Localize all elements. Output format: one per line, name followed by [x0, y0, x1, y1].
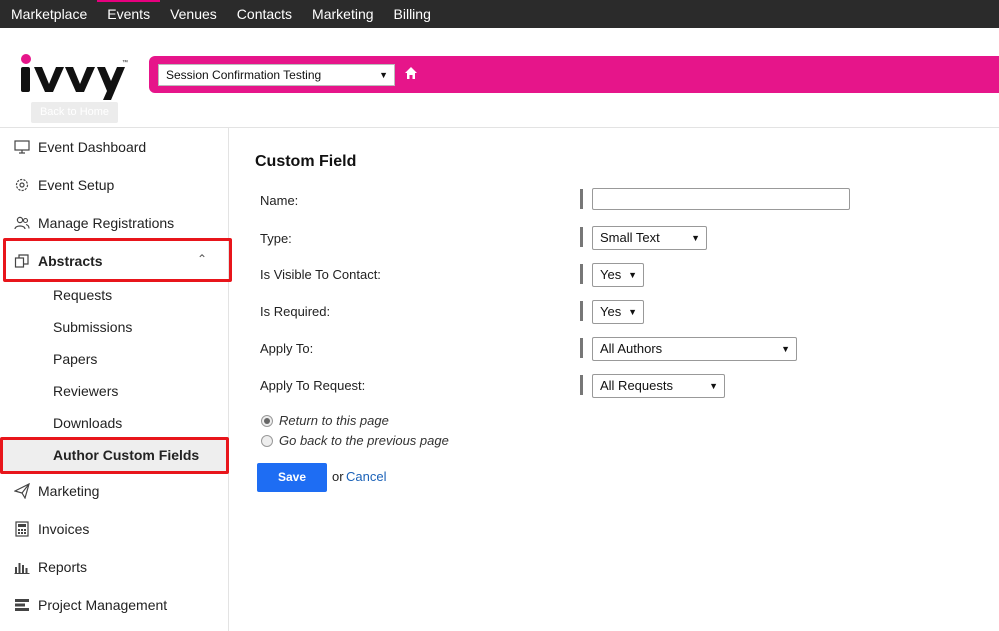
calculator-icon: [15, 521, 29, 537]
sidebar-item-event-dashboard[interactable]: Event Dashboard: [0, 128, 229, 166]
topnav-billing[interactable]: Billing: [384, 0, 441, 28]
apply-request-select-value: All Requests: [600, 378, 673, 393]
sidebar-item-label: Reports: [38, 559, 88, 575]
sidebar-item-invoices[interactable]: Invoices: [0, 510, 229, 548]
event-select[interactable]: Session Confirmation Testing ▼: [158, 64, 395, 86]
sidebar-subitem-submissions[interactable]: Submissions: [53, 317, 132, 337]
send-icon: [14, 483, 30, 499]
radio-return-option[interactable]: Return to this page: [261, 413, 389, 428]
sidebar-item-label: Event Setup: [38, 177, 115, 193]
or-text: or: [332, 469, 344, 484]
sidebar-item-label: Manage Registrations: [38, 215, 175, 231]
abstracts-highlight-box: [3, 238, 232, 282]
topnav-contacts[interactable]: Contacts: [227, 0, 302, 28]
field-marker: [580, 264, 583, 284]
back-to-home-button[interactable]: Back to Home: [31, 102, 118, 123]
sidebar-item-manage-registrations[interactable]: Manage Registrations: [0, 204, 229, 242]
apply-request-select[interactable]: All Requests ▼: [592, 374, 725, 398]
required-label: Is Required:: [260, 304, 331, 319]
dropdown-arrow-icon: ▼: [379, 70, 388, 80]
dropdown-arrow-icon: ▼: [628, 270, 637, 280]
svg-text:™: ™: [122, 59, 128, 66]
page-title: Custom Field: [255, 153, 357, 170]
field-marker: [580, 301, 583, 321]
apply-to-select-value: All Authors: [600, 341, 663, 356]
radio-button[interactable]: [261, 434, 273, 447]
name-label: Name:: [260, 193, 299, 208]
field-marker: [580, 227, 583, 247]
event-select-value: Session Confirmation Testing: [166, 68, 322, 82]
visible-select-value: Yes: [600, 267, 622, 282]
sidebar-item-label: Invoices: [38, 521, 90, 537]
author-custom-fields-highlight-box: [0, 437, 229, 474]
topnav-marketing[interactable]: Marketing: [302, 0, 383, 28]
type-select[interactable]: Small Text ▼: [592, 226, 707, 250]
required-select-value: Yes: [600, 304, 622, 319]
sidebar-subitem-reviewers[interactable]: Reviewers: [53, 381, 118, 401]
bar-chart-icon: [14, 563, 30, 574]
header: ™ Back to Home Session Confirmation Test…: [0, 28, 999, 128]
topnav-events[interactable]: Events: [97, 0, 160, 28]
visible-label: Is Visible To Contact:: [260, 267, 381, 282]
tasks-icon: [15, 599, 29, 611]
sidebar-item-project-management[interactable]: Project Management: [0, 586, 229, 624]
top-nav: Marketplace Events Venues Contacts Marke…: [0, 0, 999, 28]
cancel-link[interactable]: Cancel: [346, 469, 386, 484]
apply-to-label: Apply To:: [260, 341, 314, 356]
sidebar-subitem-requests[interactable]: Requests: [53, 285, 112, 305]
radio-button-checked[interactable]: [261, 414, 273, 427]
sidebar-subitem-downloads[interactable]: Downloads: [53, 413, 122, 433]
required-select[interactable]: Yes ▼: [592, 300, 644, 324]
monitor-icon: [14, 140, 30, 154]
topnav-venues[interactable]: Venues: [160, 0, 227, 28]
home-icon[interactable]: [404, 66, 418, 80]
sidebar-item-label: Project Management: [38, 597, 168, 613]
dropdown-arrow-icon: ▼: [628, 307, 637, 317]
sidebar: Event Dashboard Event Setup Manage Regis…: [0, 128, 232, 631]
users-icon: [14, 216, 30, 230]
sidebar-item-marketing[interactable]: Marketing: [0, 472, 229, 510]
topnav-marketplace[interactable]: Marketplace: [0, 0, 97, 28]
gear-icon: [15, 178, 29, 192]
sidebar-subitem-papers[interactable]: Papers: [53, 349, 97, 369]
radio-back-label: Go back to the previous page: [279, 433, 449, 448]
type-label: Type:: [260, 231, 292, 246]
radio-return-label: Return to this page: [279, 413, 389, 428]
name-input[interactable]: [592, 188, 850, 210]
sidebar-item-reports[interactable]: Reports: [0, 548, 229, 586]
field-marker: [580, 338, 583, 358]
sidebar-item-label: Marketing: [38, 483, 100, 499]
ivvy-logo[interactable]: ™: [18, 50, 128, 100]
sidebar-item-event-setup[interactable]: Event Setup: [0, 166, 229, 204]
visible-select[interactable]: Yes ▼: [592, 263, 644, 287]
sidebar-item-label: Event Dashboard: [38, 139, 147, 155]
dropdown-arrow-icon: ▼: [691, 233, 700, 243]
dropdown-arrow-icon: ▼: [709, 381, 718, 391]
apply-request-label: Apply To Request:: [260, 378, 366, 393]
save-button[interactable]: Save: [257, 463, 327, 492]
dropdown-arrow-icon: ▼: [781, 344, 790, 354]
type-select-value: Small Text: [600, 230, 660, 245]
apply-to-select[interactable]: All Authors ▼: [592, 337, 797, 361]
field-marker: [580, 375, 583, 395]
field-marker: [580, 189, 583, 209]
radio-back-option[interactable]: Go back to the previous page: [261, 433, 449, 448]
